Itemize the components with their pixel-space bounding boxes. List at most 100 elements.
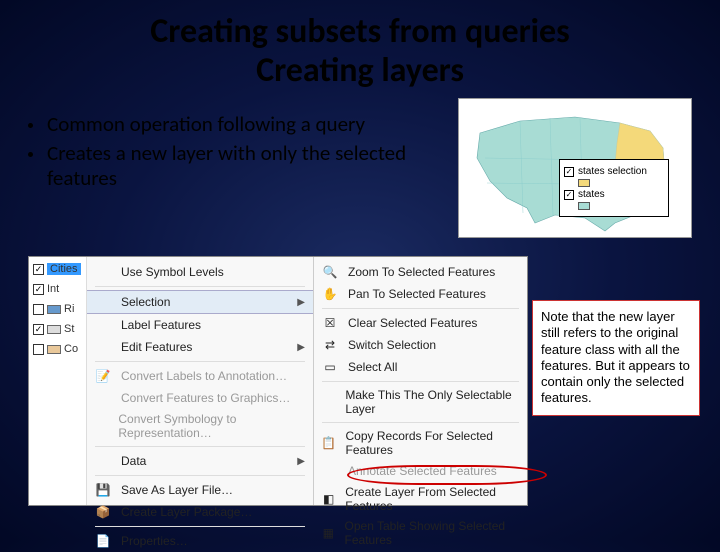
toc-item[interactable]: Ri [33, 303, 82, 315]
menu-save-as-layer[interactable]: 💾 Save As Layer File… [87, 479, 313, 501]
layer-swatch-icon [47, 325, 61, 334]
menu-separator [95, 526, 305, 527]
bullet-item: Common operation following a query [28, 112, 448, 137]
menu-open-table-selected[interactable]: ▦ Open Table Showing Selected Features [314, 516, 527, 550]
select-all-icon: ▭ [320, 359, 340, 375]
menu-separator [322, 422, 519, 423]
menu-label: Select All [348, 360, 397, 374]
menu-annotate-selected[interactable]: Annotate Selected Features [314, 460, 527, 482]
checkbox-icon: ✓ [33, 264, 44, 275]
menu-use-symbol-levels[interactable]: Use Symbol Levels [87, 261, 313, 283]
legend-swatch-icon [578, 202, 590, 210]
toc-item[interactable]: ✓ Int [33, 283, 82, 295]
checkbox-icon: ✓ [33, 284, 44, 295]
legend-label: states selection [578, 166, 647, 177]
menu-label: Label Features [121, 318, 201, 332]
menu-pan-selected[interactable]: ✋ Pan To Selected Features [314, 283, 527, 305]
chevron-right-icon: ▶ [297, 456, 305, 467]
checkbox-icon: ✓ [564, 167, 574, 177]
title-line2: Creating layers [0, 51, 720, 90]
menu-label: Edit Features [121, 340, 192, 354]
save-icon: 💾 [93, 482, 113, 498]
menu-separator [95, 475, 305, 476]
layer-swatch-icon [47, 305, 61, 314]
menu-label: Convert Symbology to Representation… [118, 412, 305, 440]
menu-selection[interactable]: Selection ▶ [87, 290, 313, 314]
explanatory-note: Note that the new layer still refers to … [532, 300, 700, 416]
menu-label: Make This The Only Selectable Layer [345, 388, 519, 416]
checkbox-icon [33, 304, 44, 315]
menu-label: Create Layer From Selected Features [345, 485, 519, 513]
legend-row [564, 202, 664, 210]
menu-label: Annotate Selected Features [348, 464, 497, 478]
menu-label: Save As Layer File… [121, 483, 233, 497]
menu-separator [322, 308, 519, 309]
menu-zoom-selected[interactable]: 🔍Zoom To Selected Features [314, 261, 527, 283]
map-legend: ✓ states selection ✓ states [559, 159, 669, 217]
slide-title: Creating subsets from queries Creating l… [0, 0, 720, 90]
toc-label: Co [64, 343, 78, 355]
note-text: Note that the new layer still refers to … [541, 309, 690, 405]
menu-switch-selection[interactable]: ⇄ Switch Selection [314, 334, 527, 356]
legend-label: states [578, 189, 605, 200]
menu-clear-selected[interactable]: ☒Clear Selected Features [314, 312, 527, 334]
legend-row: ✓ states [564, 189, 664, 200]
chevron-right-icon: ▶ [297, 342, 305, 353]
menu-label: Data [121, 454, 146, 468]
bullet-text: Creates a new layer with only the select… [47, 141, 448, 191]
toc-item[interactable]: ✓ St [33, 323, 82, 335]
map-thumbnail: ✓ states selection ✓ states [458, 98, 692, 238]
menu-convert-symbology[interactable]: Convert Symbology to Representation… [87, 409, 313, 443]
menu-convert-labels[interactable]: 📝 Convert Labels to Annotation… [87, 365, 313, 387]
bullet-dot-icon [28, 123, 33, 128]
toc-item[interactable]: Co [33, 343, 82, 355]
menu-edit-features[interactable]: Edit Features ▶ [87, 336, 313, 358]
menu-label: Selection [121, 295, 170, 309]
package-icon: 📦 [93, 504, 113, 520]
toc-label: St [64, 323, 74, 335]
toc-label: Ri [64, 303, 74, 315]
copy-icon: 📋 [320, 435, 338, 451]
checkbox-icon: ✓ [33, 324, 44, 335]
pan-icon: ✋ [320, 286, 340, 302]
menu-label: Properties… [121, 534, 188, 548]
menu-create-layer-from-selected[interactable]: ◧ Create Layer From Selected Features [314, 482, 527, 516]
menu-separator [95, 361, 305, 362]
chevron-right-icon: ▶ [297, 297, 305, 308]
menu-separator [322, 381, 519, 382]
toc-label: Cities [47, 263, 81, 275]
annotation-icon: 📝 [93, 368, 113, 384]
toc-item[interactable]: ✓ Cities [33, 263, 82, 275]
properties-icon: 📄 [93, 533, 113, 549]
menu-copy-records[interactable]: 📋Copy Records For Selected Features [314, 426, 527, 460]
menu-make-only-selectable[interactable]: Make This The Only Selectable Layer [314, 385, 527, 419]
menu-label-features[interactable]: Label Features [87, 314, 313, 336]
title-line1: Creating subsets from queries [0, 12, 720, 51]
layer-icon: ◧ [320, 491, 337, 507]
menu-label: Zoom To Selected Features [348, 265, 495, 279]
legend-row: ✓ states selection [564, 166, 664, 177]
menu-data[interactable]: Data ▶ [87, 450, 313, 472]
toc-label: Int [47, 283, 59, 295]
menu-properties[interactable]: 📄 Properties… [87, 530, 313, 552]
menu-label: Pan To Selected Features [348, 287, 486, 301]
menu-label: Open Table Showing Selected Features [345, 519, 519, 547]
checkbox-icon [33, 344, 44, 355]
context-menu-screenshot: ✓ Cities ✓ Int Ri ✓ St Co Use Symbol Lev… [28, 256, 528, 506]
menu-label: Clear Selected Features [348, 316, 477, 330]
menu-label: Create Layer Package… [121, 505, 252, 519]
layer-swatch-icon [47, 345, 61, 354]
context-menu-selection-submenu: 🔍Zoom To Selected Features ✋ Pan To Selec… [313, 257, 527, 505]
menu-convert-features[interactable]: Convert Features to Graphics… [87, 387, 313, 409]
menu-label: Use Symbol Levels [121, 265, 224, 279]
legend-row [564, 179, 664, 187]
menu-label: Convert Labels to Annotation… [121, 369, 287, 383]
menu-create-layer-package[interactable]: 📦 Create Layer Package… [87, 501, 313, 523]
table-icon: ▦ [320, 525, 337, 541]
checkbox-icon: ✓ [564, 190, 574, 200]
menu-separator [95, 286, 305, 287]
menu-label: Switch Selection [348, 338, 436, 352]
table-of-contents: ✓ Cities ✓ Int Ri ✓ St Co [29, 257, 87, 505]
menu-select-all[interactable]: ▭ Select All [314, 356, 527, 378]
switch-icon: ⇄ [320, 337, 340, 353]
